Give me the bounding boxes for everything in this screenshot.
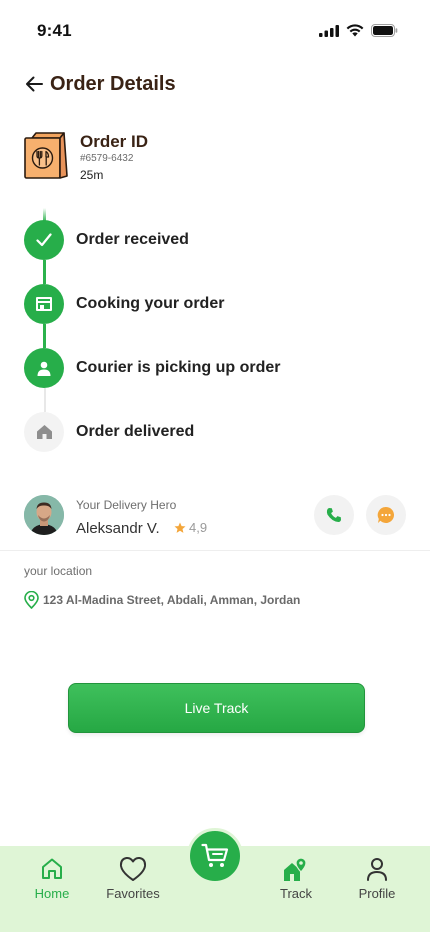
- step-label: Courier is picking up order: [76, 359, 281, 376]
- timeline-step-courier: Courier is picking up order: [24, 348, 280, 388]
- timeline-step-order-received: Order received: [24, 220, 189, 260]
- order-info: Order ID #6579-6432 25m: [80, 132, 148, 182]
- timeline-connector: [43, 260, 46, 284]
- nav-label: Home: [34, 886, 70, 901]
- nav-label: Favorites: [106, 886, 160, 901]
- profile-icon: [367, 858, 387, 881]
- check-icon: [36, 233, 52, 247]
- header: Order Details: [24, 70, 176, 98]
- cart-button[interactable]: [187, 828, 243, 884]
- battery-icon: [371, 24, 398, 37]
- live-track-button[interactable]: Live Track: [68, 683, 365, 733]
- status-bar: 9:41: [0, 0, 430, 64]
- phone-icon: [326, 508, 341, 522]
- step-status: [24, 220, 64, 260]
- home-icon: [42, 858, 62, 879]
- timeline-step-cooking: Cooking your order: [24, 284, 224, 324]
- nav-label: Track: [279, 886, 313, 901]
- location-label: your location: [24, 564, 93, 578]
- order-eta: 25m: [80, 168, 104, 182]
- location-address: 123 Al-Madina Street, Abdali, Amman, Jor…: [43, 593, 301, 607]
- step-status: [24, 284, 64, 324]
- divider: [0, 550, 430, 551]
- nav-item-profile[interactable]: Profile: [337, 846, 417, 901]
- arrow-left-icon: [26, 76, 43, 92]
- step-status: [24, 412, 64, 452]
- wifi-icon: [346, 24, 364, 37]
- step-label: Order received: [76, 231, 189, 248]
- step-label: Cooking your order: [76, 295, 225, 312]
- nav-item-favorites[interactable]: Favorites: [93, 846, 173, 901]
- star-icon: [174, 522, 186, 533]
- location-pin-icon: [24, 591, 39, 609]
- timeline-step-delivered: Order delivered: [24, 412, 194, 452]
- home-icon: [36, 425, 52, 439]
- step-status: [24, 348, 64, 388]
- food-bag-icon: [24, 132, 69, 179]
- chat-icon: [377, 506, 395, 523]
- signal-icon: [319, 24, 339, 37]
- courier-role: Your Delivery Hero: [76, 498, 177, 512]
- store-icon: [36, 297, 52, 311]
- cart-icon: [201, 843, 229, 867]
- person-icon: [37, 361, 51, 376]
- courier-name: Aleksandr V.: [76, 520, 160, 537]
- chat-button[interactable]: [366, 495, 406, 535]
- heart-icon: [119, 856, 147, 881]
- location-row: 123 Al-Madina Street, Abdali, Amman, Jor…: [24, 591, 300, 609]
- status-time: 9:41: [37, 21, 72, 40]
- order-number: #6579-6432: [80, 153, 134, 164]
- nav-item-track[interactable]: Track: [256, 846, 336, 901]
- status-icons: [319, 24, 398, 37]
- avatar: [24, 495, 64, 535]
- rating-value: 4,9: [189, 520, 208, 535]
- timeline-connector: [43, 324, 46, 348]
- back-button[interactable]: [24, 74, 44, 94]
- order-id-label: Order ID: [80, 132, 149, 151]
- step-label: Order delivered: [76, 423, 195, 440]
- courier-rating: 4,9: [174, 520, 207, 535]
- timeline-connector: [43, 388, 46, 412]
- track-icon: [284, 857, 307, 881]
- call-button[interactable]: [314, 495, 354, 535]
- nav-label: Profile: [358, 886, 396, 901]
- order-timeline: Order received Cooking your order Courie…: [24, 208, 404, 458]
- courier-card: Your Delivery Hero Aleksandr V. 4,9: [24, 495, 406, 537]
- page-title: Order Details: [50, 72, 176, 95]
- nav-item-home[interactable]: Home: [12, 846, 92, 901]
